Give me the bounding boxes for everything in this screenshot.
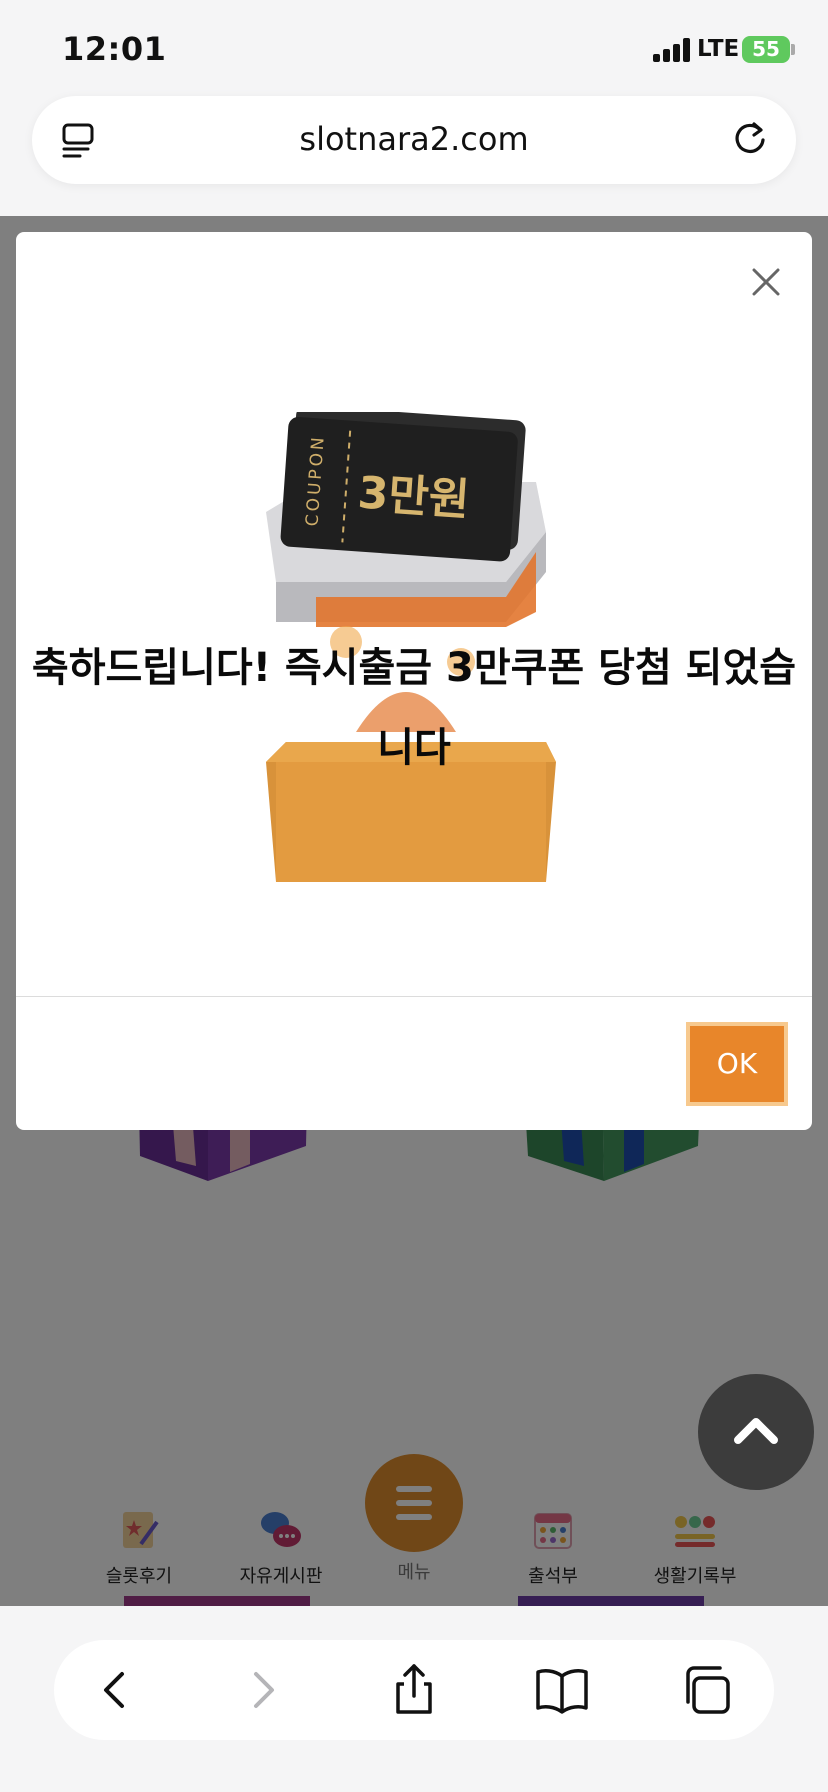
cellular-signal-icon (653, 38, 691, 62)
battery-level: 55 (752, 37, 780, 61)
reload-icon[interactable] (730, 118, 770, 158)
back-chevron-icon[interactable] (88, 1662, 144, 1718)
congratulations-message: 축하드립니다! 즉시출금 3만쿠폰 당첨 되었습 니다 (22, 628, 806, 788)
network-type: LTE (697, 36, 740, 62)
browser-toolbar (0, 1606, 828, 1792)
chevron-up-icon (734, 1418, 778, 1444)
modal-divider (16, 996, 812, 997)
ok-button[interactable]: OK (686, 1022, 788, 1106)
address-bar[interactable]: slotnara2.com (32, 96, 796, 184)
close-icon[interactable] (748, 264, 784, 300)
battery-cap (791, 44, 795, 55)
message-line-2: 니다 (377, 725, 451, 771)
message-line-1: 축하드립니다! 즉시출금 3만쿠폰 당첨 되었습 (31, 645, 797, 691)
scroll-to-top-button[interactable] (698, 1374, 814, 1490)
status-time: 12:01 (62, 30, 167, 68)
coupon-amount: 3만원 (356, 467, 471, 526)
tabs-icon[interactable] (680, 1662, 736, 1718)
toolbar-pill (54, 1640, 774, 1740)
bookmarks-book-icon[interactable] (534, 1662, 590, 1718)
share-icon[interactable] (386, 1662, 442, 1718)
coupon-ticket: COUPON 3만원 (280, 412, 526, 562)
battery-icon: 55 (742, 36, 790, 63)
forward-chevron-icon[interactable] (234, 1662, 290, 1718)
url-text[interactable]: slotnara2.com (32, 120, 796, 158)
status-bar: 12:01 LTE 55 (0, 0, 828, 96)
coupon-modal: COUPON 3만원 축하드립니다! 즉시출금 3만쿠폰 당첨 되었습 니다 O… (16, 232, 812, 1130)
